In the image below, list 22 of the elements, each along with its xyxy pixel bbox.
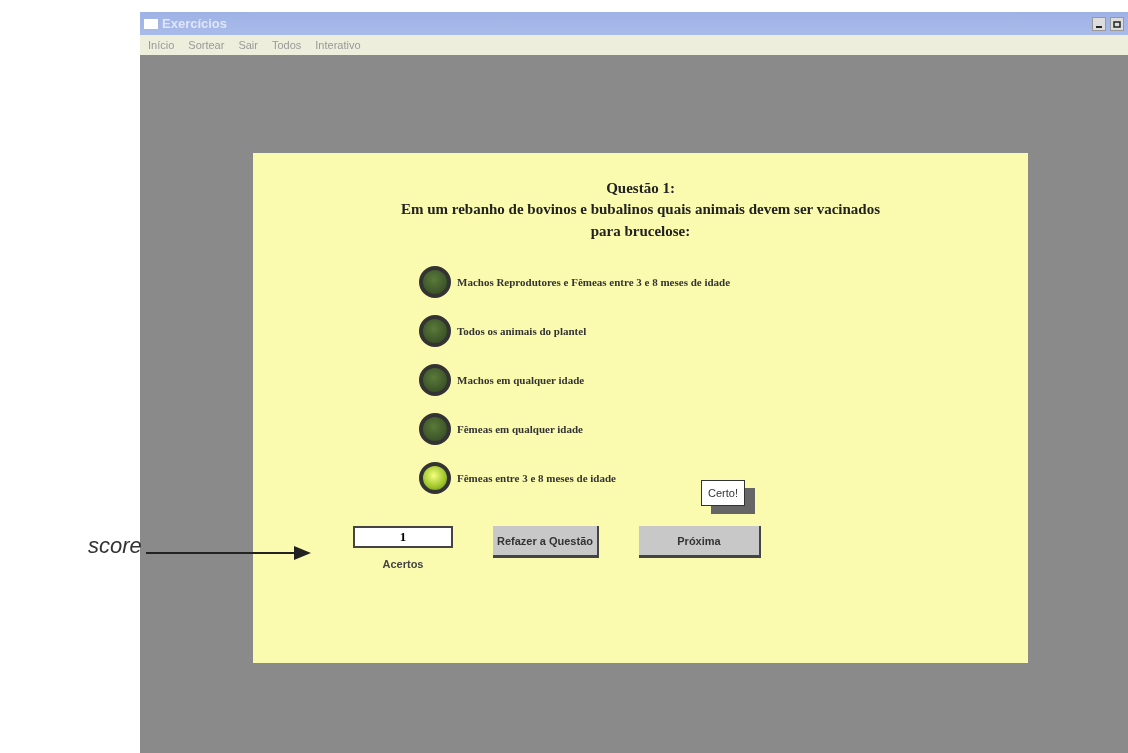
restore-icon [1113, 19, 1121, 28]
window-title: Exercícios [162, 16, 229, 31]
minimize-button[interactable] [1092, 16, 1106, 31]
window-icon [144, 18, 158, 29]
minimize-icon [1096, 25, 1102, 28]
score-label: Acertos [382, 558, 424, 570]
question-title: Questão 1: [606, 179, 675, 198]
radio-light[interactable] [419, 413, 451, 445]
radio-light[interactable] [419, 364, 451, 396]
redo-button[interactable]: Refazer a Questão [493, 526, 599, 558]
answer-option[interactable]: Fêmeas em qualquer idade [419, 413, 731, 445]
restore-button[interactable] [1110, 16, 1124, 31]
answer-option[interactable]: Machos Reprodutores e Fêmeas entre 3 e 8 meses de idade [419, 266, 731, 298]
question-text: Em um rebanho de bovinos e bubalinos quais animais devem ser vacinados para brucelose: [399, 200, 882, 241]
answer-option[interactable]: Todos os animais do plantel [419, 315, 731, 347]
arrow-icon [146, 545, 312, 561]
radio-light[interactable] [419, 462, 451, 494]
next-button[interactable]: Próxima [639, 526, 761, 558]
radio-light[interactable] [419, 266, 451, 298]
score-field[interactable]: 1 [353, 526, 453, 548]
radio-light[interactable] [419, 315, 451, 347]
answer-option[interactable]: Machos em qualquer idade [419, 364, 731, 396]
